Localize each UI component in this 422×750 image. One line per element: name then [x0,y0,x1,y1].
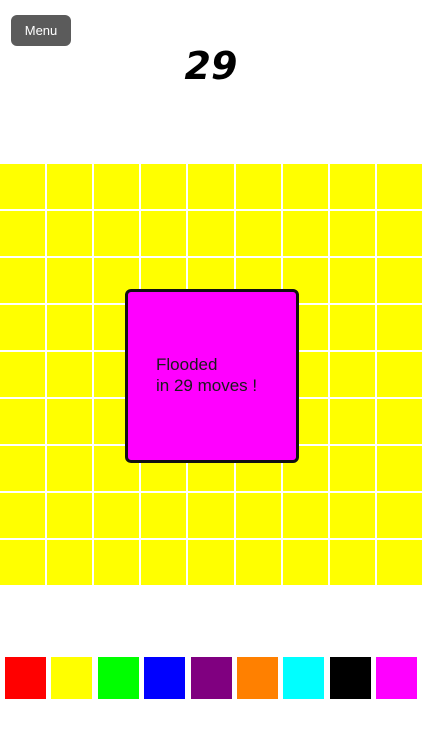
board-cell [235,493,281,538]
board-cell [282,164,328,209]
board-cell [282,493,328,538]
board-cell [94,540,140,585]
board-cell [376,493,422,538]
board-cell [376,211,422,256]
board-cell [94,164,140,209]
move-counter: 29 [184,44,238,88]
board-cell [0,540,46,585]
board-cell [47,446,93,491]
board-cell [329,211,375,256]
color-palette [5,657,417,699]
board-cell [329,164,375,209]
board-cell [376,164,422,209]
color-swatch-cyan[interactable] [283,657,325,699]
board-cell [47,540,93,585]
board-cell [0,493,46,538]
color-swatch-red[interactable] [5,657,46,699]
board-cell [47,258,93,303]
board-cell [376,540,422,585]
color-swatch-purple[interactable] [190,657,232,699]
color-swatch-blue[interactable] [144,657,186,699]
board-cell [376,446,422,491]
board-cell [0,164,46,209]
board-cell [141,211,187,256]
board-cell [47,399,93,444]
board-cell [47,305,93,350]
board-cell [141,493,187,538]
board-cell [282,211,328,256]
board-cell [188,493,234,538]
board-cell [0,352,46,397]
board-cell [94,493,140,538]
board-cell [376,352,422,397]
board-cell [329,258,375,303]
board-cell [329,399,375,444]
board-cell [329,540,375,585]
board-cell [188,211,234,256]
board-cell [47,352,93,397]
board-cell [235,211,281,256]
board-cell [0,446,46,491]
board-cell [0,258,46,303]
color-swatch-black[interactable] [329,657,371,699]
board-cell [94,211,140,256]
board-cell [282,540,328,585]
board-cell [188,540,234,585]
board-cell [329,352,375,397]
color-swatch-green[interactable] [97,657,139,699]
color-swatch-orange[interactable] [236,657,278,699]
board-cell [329,493,375,538]
board-cell [235,540,281,585]
board-cell [329,446,375,491]
board-cell [376,399,422,444]
board-cell [235,164,281,209]
result-line-1: Flooded [156,355,218,374]
board-cell [376,305,422,350]
board-cell [0,399,46,444]
board-cell [188,164,234,209]
board-cell [141,540,187,585]
color-swatch-yellow[interactable] [51,657,93,699]
board-cell [0,305,46,350]
board-cell [47,164,93,209]
menu-button[interactable]: Menu [11,15,71,46]
result-dialog: Flooded in 29 moves ! [125,289,299,463]
board-cell [47,211,93,256]
board-cell [0,211,46,256]
board-cell [376,258,422,303]
board-cell [47,493,93,538]
result-message: Flooded in 29 moves ! [156,354,257,396]
result-line-2: in 29 moves ! [156,376,258,395]
board-cell [329,305,375,350]
board-cell [141,164,187,209]
color-swatch-magenta[interactable] [376,657,417,699]
